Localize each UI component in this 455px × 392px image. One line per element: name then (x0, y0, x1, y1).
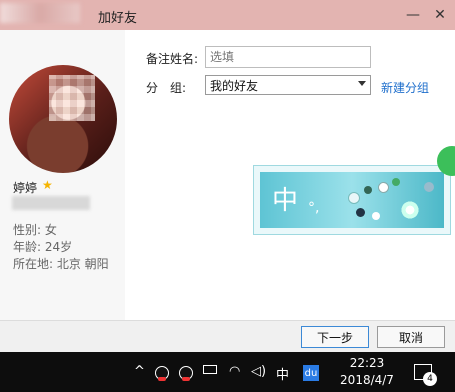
ad-banner[interactable]: 中 °, (253, 165, 451, 235)
group-select[interactable]: 我的好友 (205, 75, 371, 95)
group-label: 分 组: (146, 81, 187, 95)
notification-count: 4 (423, 372, 437, 386)
nickname: 婷婷 (13, 181, 38, 195)
group-select-value: 我的好友 (210, 79, 259, 93)
bead-shape (378, 182, 389, 193)
chevron-up-icon[interactable]: ^ (134, 364, 145, 379)
bead-shape (356, 208, 365, 217)
bead-shape (364, 186, 372, 194)
qq-icon-2[interactable] (179, 366, 193, 381)
qq-icon[interactable] (155, 366, 169, 381)
clock[interactable]: 22:23 2018/4/7 (338, 355, 396, 389)
volume-icon[interactable]: ◁) (251, 364, 266, 379)
next-button[interactable]: 下一步 (301, 326, 369, 348)
ime-indicator[interactable]: 中 (276, 364, 289, 383)
bead-shape (372, 212, 380, 220)
title-bar: 加好友 — ✕ (0, 0, 455, 30)
taskbar: ^ ◠ ◁) 中 du 22:23 2018/4/7 4 (0, 352, 455, 392)
clock-date: 2018/4/7 (340, 373, 394, 387)
close-button[interactable]: ✕ (429, 4, 451, 26)
location-text: 所在地: 北京 朝阳 (13, 257, 109, 271)
flower-shape (400, 200, 420, 220)
account-id-blurred (12, 196, 90, 210)
ad-text-zh: 中 (272, 186, 299, 216)
bead-shape (392, 178, 400, 186)
new-group-link[interactable]: 新建分组 (381, 79, 429, 96)
wifi-icon[interactable]: ◠ (229, 364, 240, 379)
window-title: 加好友 (98, 11, 138, 26)
avatar-mosaic (49, 75, 95, 121)
minimize-button[interactable]: — (402, 4, 424, 26)
age-text: 年龄: 24岁 (13, 240, 73, 254)
bead-shape (424, 182, 434, 192)
gender-text: 性别: 女 (13, 223, 57, 237)
ad-image: 中 °, (260, 172, 444, 228)
remark-label: 备注姓名: (146, 52, 199, 66)
ad-text-dot: °, (308, 200, 320, 216)
remark-input[interactable] (205, 46, 371, 68)
app-icon-blurred (0, 3, 80, 23)
baidu-input-icon[interactable]: du (303, 365, 319, 381)
clock-time: 22:23 (349, 356, 385, 370)
bead-shape (348, 192, 360, 204)
cancel-button[interactable]: 取消 (377, 326, 445, 348)
battery-icon[interactable] (203, 365, 217, 374)
avatar (9, 65, 117, 173)
chevron-down-icon (358, 81, 366, 86)
star-icon: ★ (42, 178, 53, 192)
